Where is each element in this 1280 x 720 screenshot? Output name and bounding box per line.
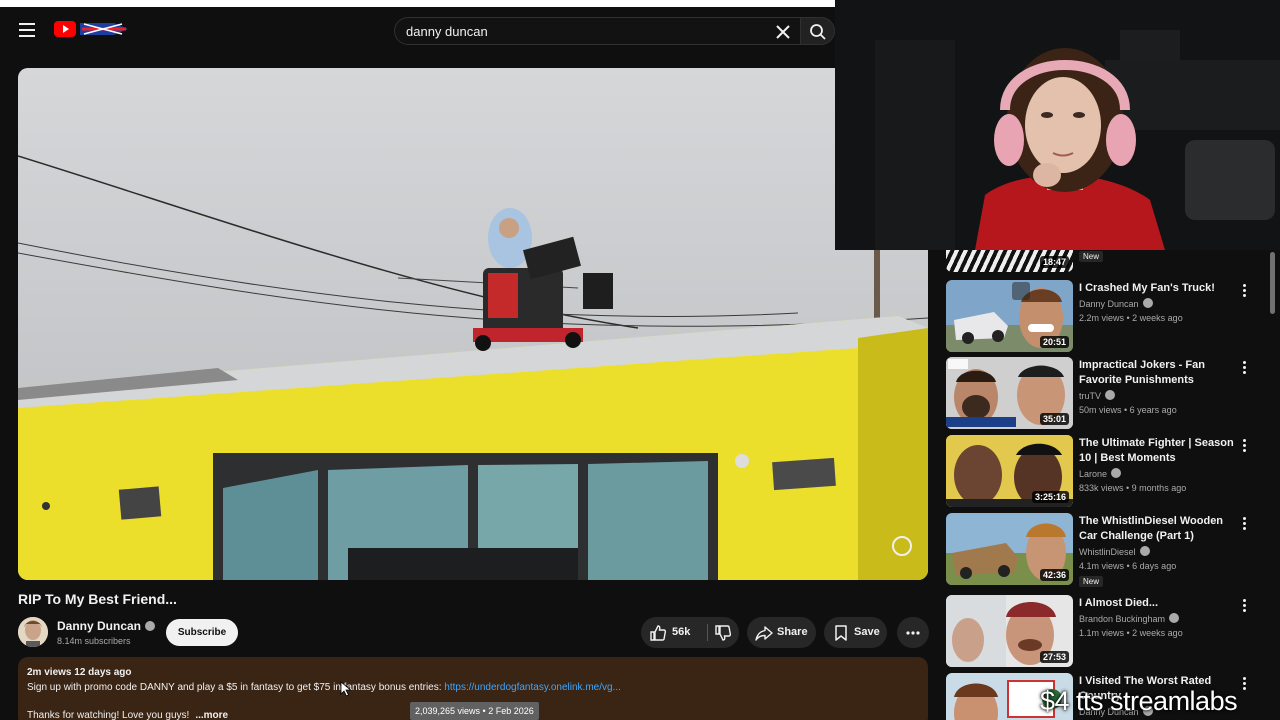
partial-recommended-thumbnail[interactable]: 18:47 [946,250,1073,272]
video-duration: 42:36 [1039,569,1069,581]
thumbs-down-icon [715,625,732,641]
like-button[interactable]: 56k [641,617,703,648]
thumbs-up-icon [650,625,667,641]
save-label: Save [854,626,880,638]
more-vertical-icon[interactable] [1238,437,1250,457]
view-stats: 2m views 12 days ago [27,667,132,678]
video-meta: 833k views • 9 months ago [1079,483,1187,493]
hamburger-menu-icon[interactable] [16,19,38,41]
subscriber-count: 8.14m subscribers [57,636,131,646]
more-vertical-icon[interactable] [1238,515,1250,535]
subscribe-button[interactable]: Subscribe [166,619,238,646]
show-more-link[interactable]: ...more [195,710,228,720]
video-title-link[interactable]: The WhistlinDiesel Wooden Car Challenge … [1079,514,1235,544]
video-duration: 35:01 [1039,413,1069,425]
video-meta: 2.2m views • 2 weeks ago [1079,313,1183,323]
sidebar-scrollbar[interactable] [1270,252,1275,314]
channel-link-text[interactable]: Larone [1079,469,1107,479]
channel-avatar[interactable] [18,617,48,647]
channel-link[interactable]: truTV [1079,390,1116,401]
share-icon [755,626,773,641]
video-duration: 18:47 [1039,256,1069,268]
search-input[interactable]: danny duncan [406,22,766,42]
bookmark-icon [835,625,847,641]
channel-name-text[interactable]: Danny Duncan [57,619,141,633]
verified-icon [1142,298,1153,308]
description-promo: Sign up with promo code DANNY and play a… [27,682,919,693]
like-dislike-group: 56k [641,617,739,648]
recommended-video[interactable]: 35:01 Impractical Jokers - Fan Favorite … [946,357,1266,429]
video-meta: 4.1m views • 6 days ago [1079,561,1177,571]
channel-link-text[interactable]: Brandon Buckingham [1079,614,1165,624]
channel-link[interactable]: Brandon Buckingham [1079,613,1180,624]
new-badge: New [1079,251,1104,262]
video-title-link[interactable]: The Ultimate Fighter | Season 10 | Best … [1079,436,1235,466]
new-badge: New [1079,576,1104,587]
recommended-video[interactable]: 42:36 The WhistlinDiesel Wooden Car Chal… [946,513,1266,587]
recommended-video[interactable]: 20:51 I Crashed My Fan's Truck! Danny Du… [946,280,1266,352]
verified-icon [1169,613,1180,623]
avatar-image [18,617,48,647]
video-frame [18,68,928,580]
channel-link[interactable]: WhistlinDiesel [1079,546,1150,557]
channel-link[interactable]: Danny Duncan [1079,298,1153,309]
video-meta: 1.1m views • 2 weeks ago [1079,628,1183,638]
streamlabs-watermark: $4 tts streamlabs [1040,686,1238,716]
video-thumbnail[interactable]: 3:25:16 [946,435,1073,507]
more-vertical-icon[interactable] [1238,675,1250,695]
video-duration: 27:53 [1039,651,1069,663]
share-button[interactable]: Share [747,617,816,648]
youtube-logo[interactable] [54,19,130,39]
verified-icon [1111,468,1122,478]
share-label: Share [777,626,808,638]
views-tooltip: 2,039,265 views • 2 Feb 2026 [410,702,539,720]
recommended-video[interactable]: 27:53 I Almost Died... Brandon Buckingha… [946,595,1266,667]
dislike-button[interactable] [708,617,739,648]
search-box: danny duncan [394,17,800,45]
video-title-link[interactable]: I Almost Died... [1079,596,1235,611]
more-horizontal-icon [906,631,920,635]
video-title-link[interactable]: I Crashed My Fan's Truck! [1079,281,1235,296]
channel-link-text[interactable]: Danny Duncan [1079,299,1139,309]
recommended-video[interactable]: 3:25:16 The Ultimate Fighter | Season 10… [946,435,1266,507]
page: danny duncan RIP To My Best Friend... Da… [0,0,1280,720]
description-promo-text: Sign up with promo code DANNY and play a… [27,682,445,693]
close-icon[interactable] [772,21,794,43]
webcam-overlay [835,0,1280,250]
video-thumbnail[interactable]: 42:36 [946,513,1073,585]
video-player[interactable] [18,68,928,580]
verified-icon [145,621,156,631]
more-actions-button[interactable] [897,617,929,648]
video-thumbnail[interactable]: 35:01 [946,357,1073,429]
verified-icon [1105,390,1116,400]
mouse-cursor-icon [340,681,352,697]
more-vertical-icon[interactable] [1238,359,1250,379]
video-duration: 20:51 [1039,336,1069,348]
more-vertical-icon[interactable] [1238,282,1250,302]
channel-link-text[interactable]: truTV [1079,391,1101,401]
video-title: RIP To My Best Friend... [18,591,177,607]
save-button[interactable]: Save [824,617,887,648]
channel-link-text[interactable]: WhistlinDiesel [1079,547,1136,557]
verified-icon [1139,546,1150,556]
video-thumbnail[interactable]: 20:51 [946,280,1073,352]
description-thanks-text: Thanks for watching! Love you guys! [27,710,190,720]
channel-name[interactable]: Danny Duncan [57,619,156,633]
more-vertical-icon[interactable] [1238,597,1250,617]
top-edge-bar [0,0,835,7]
video-title-link[interactable]: Impractical Jokers - Fan Favorite Punish… [1079,358,1235,388]
channel-link[interactable]: Larone [1079,468,1122,479]
masthead: danny duncan [0,7,835,53]
video-thumbnail[interactable]: 27:53 [946,595,1073,667]
video-duration: 3:25:16 [1031,491,1069,503]
streamer-webcam-image [835,0,1280,250]
video-meta: 50m views • 6 years ago [1079,405,1177,415]
promo-link[interactable]: https://underdogfantasy.onelink.me/vg... [444,682,621,693]
like-count: 56k [672,626,691,638]
search-icon [810,24,826,40]
search-button[interactable] [800,17,835,45]
